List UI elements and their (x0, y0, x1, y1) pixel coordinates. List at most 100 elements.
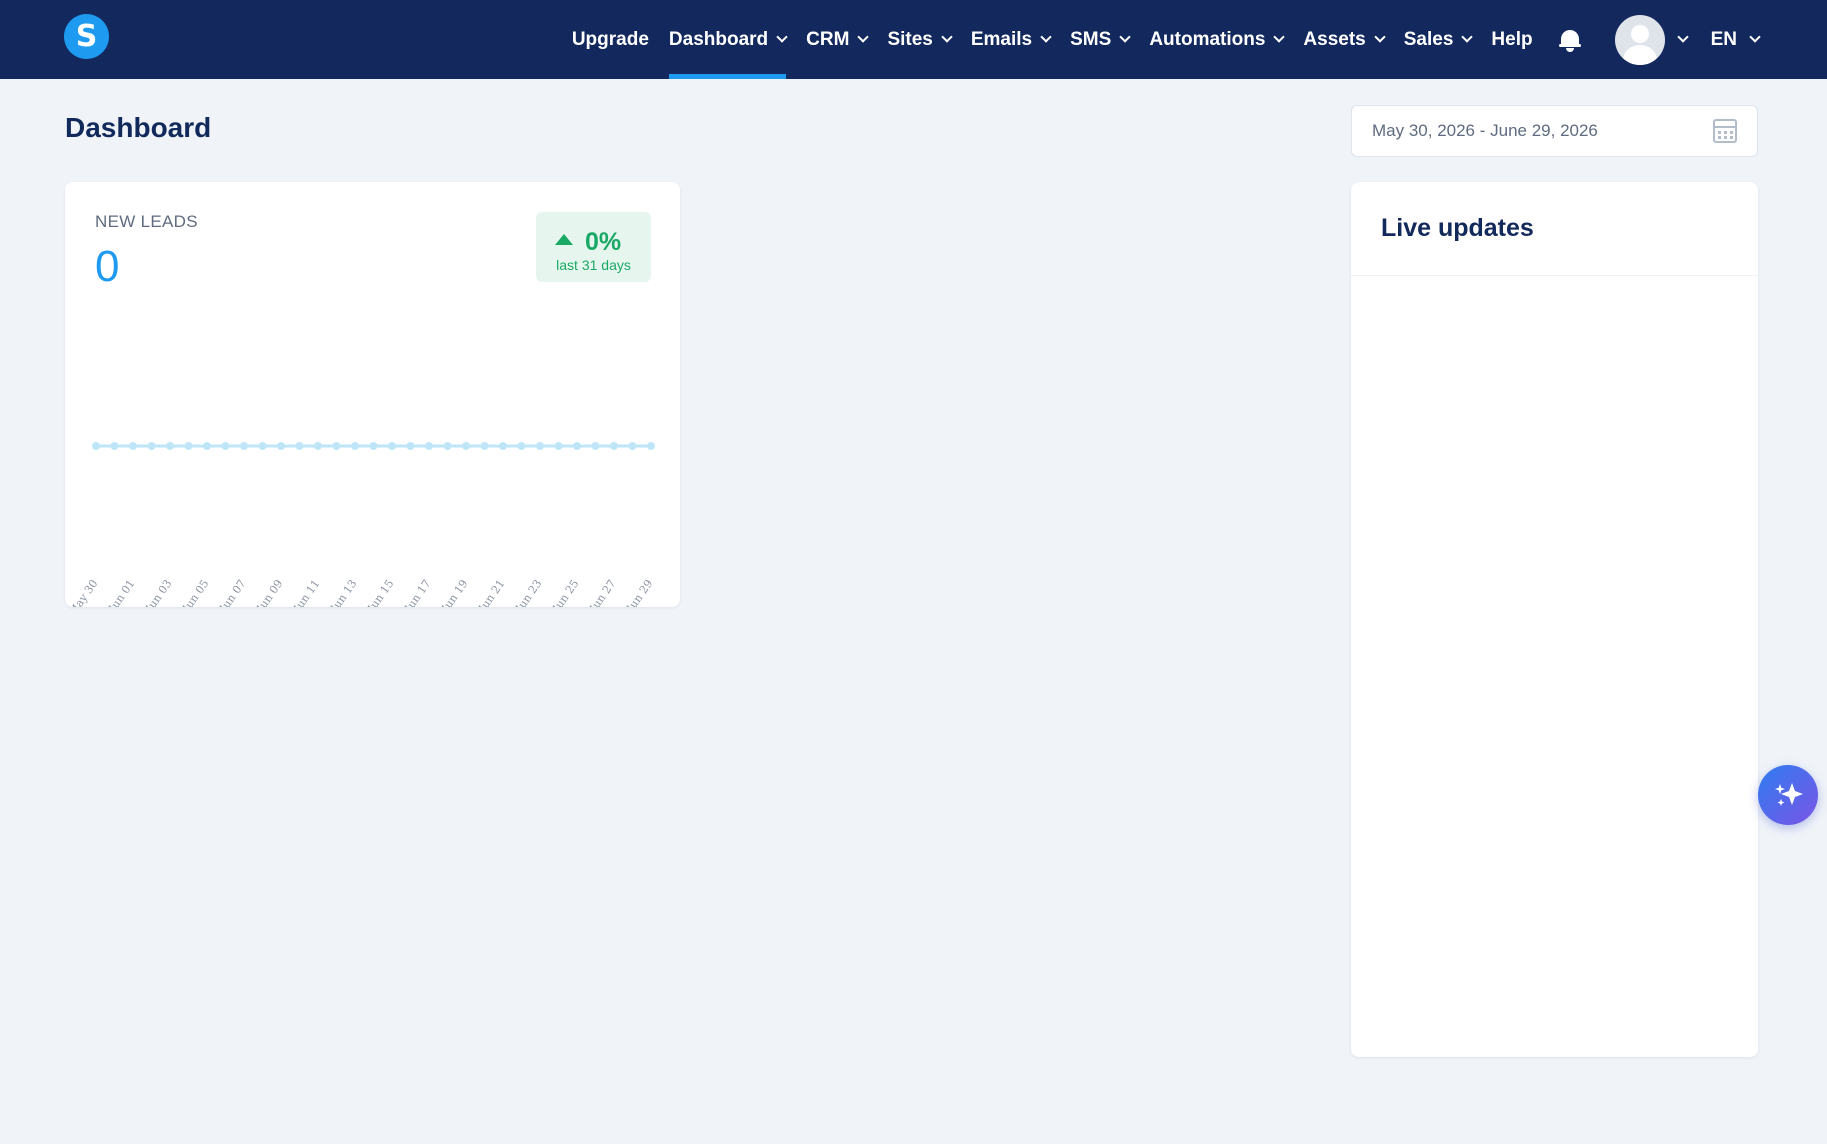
x-tick-label: Jun 17 (402, 577, 434, 607)
data-point[interactable] (591, 442, 600, 450)
nav-items: Upgrade Dashboard CRM Sites Emails SMS Automat… (572, 0, 1533, 79)
data-point[interactable] (277, 442, 285, 450)
nav-item-label: Dashboard (668, 28, 769, 50)
sparkle-icon (1775, 783, 1803, 806)
nav-item-dashboard[interactable]: Dashboard (668, 0, 788, 79)
nav-item-help[interactable]: Help (1491, 0, 1532, 79)
data-point[interactable] (517, 442, 526, 450)
notification-bell-icon[interactable] (1558, 28, 1581, 52)
x-tick-label: Jun 15 (365, 577, 397, 607)
data-point[interactable] (647, 442, 655, 450)
user-menu[interactable] (1614, 14, 1689, 65)
nav-item-emails[interactable]: Emails (970, 0, 1052, 79)
data-point[interactable] (129, 442, 137, 450)
data-point[interactable] (499, 442, 507, 450)
ai-assistant-button[interactable] (1758, 765, 1818, 825)
data-point[interactable] (610, 442, 618, 450)
date-range-value: May 30, 2026 - June 29, 2026 (1372, 121, 1598, 140)
data-point[interactable] (221, 442, 230, 450)
chevron-down-icon (1374, 30, 1386, 43)
trend-up-icon (555, 234, 573, 245)
data-point[interactable] (443, 442, 452, 450)
user-avatar-icon[interactable] (1614, 14, 1665, 65)
top-navigation-bar: S Upgrade Dashboard CRM Sites Emails SMS Autom… (0, 0, 1827, 79)
data-point[interactable] (110, 442, 119, 450)
divider (1351, 275, 1758, 276)
x-tick-label: Jun 11 (291, 577, 323, 607)
data-point[interactable] (462, 442, 470, 450)
nav-item-label: Assets (1303, 28, 1366, 50)
data-point[interactable] (406, 442, 415, 450)
nav-item-label: Emails (970, 28, 1033, 50)
language-label: EN (1710, 28, 1737, 50)
main-nav: Upgrade Dashboard CRM Sites Emails SMS Automat… (572, 0, 1761, 79)
new-leads-card: May 30 Jun 01 Jun 03 Jun 05 Jun 07 Jun 09 Jun … (65, 182, 680, 607)
nav-item-label: SMS (1070, 28, 1112, 50)
data-point[interactable] (258, 442, 267, 450)
nav-item-label: CRM (806, 28, 850, 50)
nav-item-crm[interactable]: CRM (806, 0, 870, 79)
nav-item-sms[interactable]: SMS (1070, 0, 1131, 79)
data-point[interactable] (388, 442, 396, 450)
nav-item-label: Sites (887, 28, 933, 50)
data-point[interactable] (295, 442, 304, 450)
chevron-down-icon (1749, 30, 1761, 43)
nav-item-label: Help (1491, 28, 1533, 50)
nav-item-upgrade[interactable]: Upgrade (572, 0, 649, 79)
x-tick-label: Jun 25 (550, 577, 582, 607)
data-point[interactable] (480, 442, 489, 450)
data-point[interactable] (628, 442, 637, 450)
x-tick-label: Jun 21 (476, 577, 508, 607)
brand-logo[interactable]: S (64, 14, 109, 59)
data-point[interactable] (184, 442, 193, 450)
nav-item-assets[interactable]: Assets (1303, 0, 1386, 79)
date-range-picker[interactable]: May 30, 2026 - June 29, 2026 (1351, 105, 1758, 157)
data-point[interactable] (554, 442, 563, 450)
data-point[interactable] (92, 442, 100, 450)
nav-item-sites[interactable]: Sites (887, 0, 953, 79)
calendar-icon[interactable] (1713, 119, 1737, 143)
change-period: last 31 days (556, 257, 631, 273)
change-badge: 0% last 31 days (536, 212, 651, 282)
chevron-down-icon (776, 30, 788, 43)
x-tick-label: Jun 09 (254, 577, 286, 607)
data-point[interactable] (573, 442, 581, 450)
data-point[interactable] (369, 442, 378, 450)
nav-item-label: Upgrade (571, 28, 649, 50)
x-tick-label: Jun 01 (106, 577, 138, 607)
chevron-down-icon (1676, 30, 1689, 43)
live-updates-panel: Live updates (1351, 182, 1758, 1057)
chevron-down-icon (1461, 30, 1474, 43)
x-tick-label: May 30 (66, 577, 100, 607)
data-point[interactable] (351, 442, 359, 450)
chevron-down-icon (1119, 30, 1131, 43)
page-title: Dashboard (65, 112, 212, 143)
x-tick-label: Jun 13 (328, 577, 360, 607)
chevron-down-icon (1040, 30, 1052, 43)
data-point[interactable] (203, 442, 211, 450)
x-tick-label: Jun 03 (143, 577, 175, 607)
data-point[interactable] (166, 442, 174, 450)
data-point[interactable] (147, 442, 156, 450)
data-point[interactable] (536, 442, 544, 450)
chevron-down-icon (1273, 30, 1286, 43)
data-point[interactable] (240, 442, 248, 450)
chevron-down-icon (941, 30, 953, 43)
data-point[interactable] (332, 442, 341, 450)
data-point[interactable] (425, 442, 433, 450)
x-tick-label: Jun 19 (439, 577, 471, 607)
x-tick-label: Jun 23 (513, 577, 545, 607)
nav-item-label: Sales (1403, 28, 1454, 50)
language-selector[interactable]: EN (1710, 28, 1761, 51)
x-tick-label: Jun 05 (180, 577, 212, 607)
new-leads-label: NEW LEADS (95, 212, 198, 231)
live-updates-title: Live updates (1381, 214, 1534, 242)
data-point[interactable] (314, 442, 322, 450)
x-tick-label: Jun 29 (624, 577, 656, 607)
change-percent: 0% (585, 228, 622, 256)
new-leads-value: 0 (95, 242, 120, 291)
nav-item-automations[interactable]: Automations (1149, 0, 1286, 79)
chevron-down-icon (857, 30, 870, 43)
nav-item-sales[interactable]: Sales (1403, 0, 1474, 79)
x-tick-label: Jun 07 (217, 577, 249, 607)
